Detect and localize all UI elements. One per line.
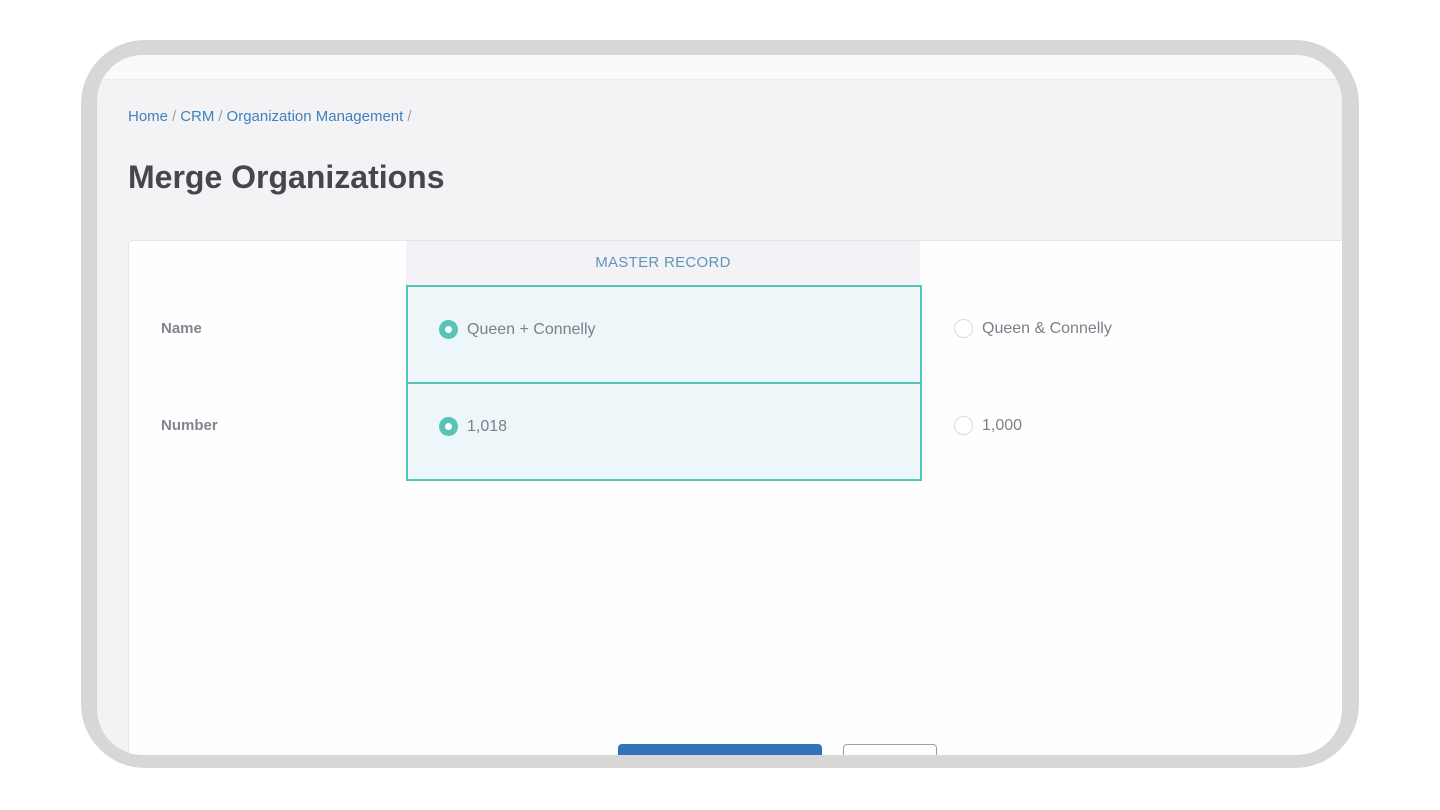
other-name-option[interactable]: Queen & Connelly [954,319,1112,338]
merge-button[interactable] [618,744,822,755]
master-number-option[interactable]: 1,018 [439,417,507,436]
app-screen: Home / CRM / Organization Management / Merge … [97,55,1342,755]
master-name-value: Queen + Connelly [467,320,596,338]
breadcrumb-separator: / [218,108,223,125]
other-name-value: Queen & Connelly [982,319,1112,337]
breadcrumb-organization-management[interactable]: Organization Management [227,108,404,125]
breadcrumb-separator: / [172,108,177,125]
row-divider [408,382,920,384]
cancel-button[interactable] [843,744,937,755]
row-label-name: Name [161,320,202,337]
page-title: Merge Organizations [128,159,445,195]
row-label-number: Number [161,417,218,434]
breadcrumb-separator: / [407,108,412,125]
radio-checked-icon[interactable] [439,417,458,436]
breadcrumb: Home / CRM / Organization Management / [128,108,415,125]
other-number-option[interactable]: 1,000 [954,416,1022,435]
radio-checked-icon[interactable] [439,320,458,339]
master-record-header: MASTER RECORD [406,241,920,285]
top-bar [97,55,1342,80]
breadcrumb-crm[interactable]: CRM [180,108,214,125]
radio-unchecked-icon[interactable] [954,319,973,338]
master-name-option[interactable]: Queen + Connelly [439,320,596,339]
master-number-value: 1,018 [467,417,508,435]
other-number-value: 1,000 [982,416,1023,434]
radio-unchecked-icon[interactable] [954,416,973,435]
breadcrumb-home[interactable]: Home [128,108,168,125]
master-record-column [406,285,922,481]
merge-card: MASTER RECORD Name Queen + Connelly Quee… [128,240,1342,755]
